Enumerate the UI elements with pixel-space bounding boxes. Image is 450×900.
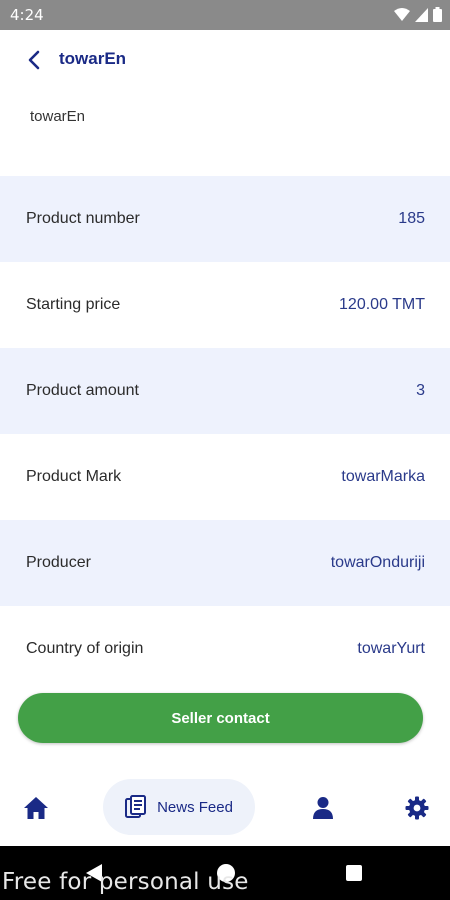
detail-value: towarMarka: [341, 468, 425, 485]
status-bar: 4:24: [0, 0, 450, 30]
nav-home[interactable]: [18, 790, 54, 826]
signal-icon: [415, 7, 428, 22]
detail-row-product-mark: Product Mark towarMarka: [0, 434, 450, 520]
detail-label: Starting price: [26, 296, 121, 313]
detail-value: 3: [416, 382, 425, 399]
product-details: Product number 185 Starting price 120.00…: [0, 176, 450, 692]
nav-news-feed-label: News Feed: [157, 798, 233, 816]
page-title: towarEn: [59, 49, 127, 68]
detail-value: towarYurt: [357, 640, 425, 657]
profile-icon: [313, 797, 333, 819]
detail-row-starting-price: Starting price 120.00 TMT: [0, 262, 450, 348]
status-time: 4:24: [10, 6, 44, 24]
detail-label: Producer: [26, 554, 91, 571]
detail-label: Product number: [26, 210, 140, 227]
nav-profile[interactable]: [305, 790, 341, 826]
system-recents-icon[interactable]: [346, 865, 362, 881]
detail-label: Product amount: [26, 382, 139, 399]
status-icons: [394, 7, 442, 22]
detail-label: Country of origin: [26, 640, 144, 657]
detail-row-country-of-origin: Country of origin towarYurt: [0, 606, 450, 692]
app-bar: towarEn: [0, 30, 450, 90]
chevron-left-icon: [28, 50, 40, 70]
detail-row-producer: Producer towarOnduriji: [0, 520, 450, 606]
detail-row-product-amount: Product amount 3: [0, 348, 450, 434]
bottom-nav: News Feed: [0, 770, 450, 846]
detail-row-product-number: Product number 185: [0, 176, 450, 262]
home-icon: [24, 797, 48, 819]
detail-label: Product Mark: [26, 468, 122, 485]
detail-value: 120.00 TMT: [339, 296, 425, 313]
wifi-icon: [394, 7, 410, 21]
nav-settings[interactable]: [399, 790, 435, 826]
detail-value: 185: [398, 210, 425, 227]
back-button[interactable]: [20, 46, 48, 74]
battery-icon: [433, 7, 442, 22]
product-name: towarEn: [30, 108, 86, 125]
news-feed-icon: [125, 795, 147, 818]
nav-news-feed[interactable]: News Feed: [103, 779, 255, 835]
detail-value: towarOnduriji: [330, 554, 425, 571]
watermark: Free for personal use: [2, 869, 249, 895]
seller-contact-button[interactable]: Seller contact: [18, 693, 423, 743]
settings-icon: [405, 796, 429, 820]
